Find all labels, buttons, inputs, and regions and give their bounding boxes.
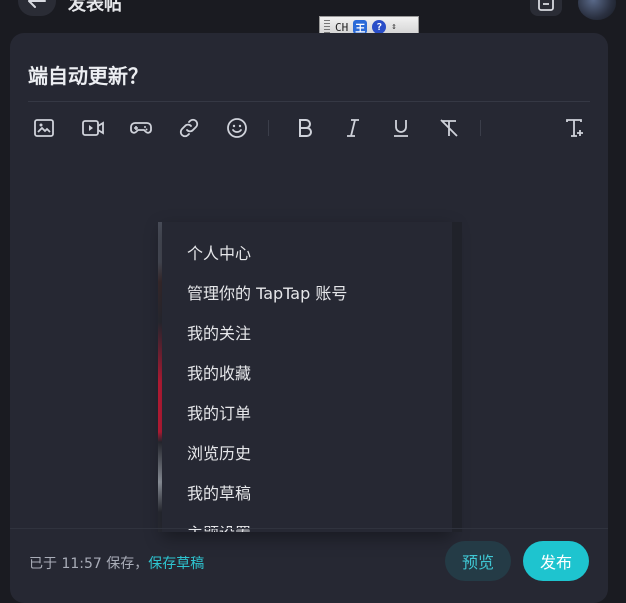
- toolbar-separator: [480, 120, 481, 136]
- footer-divider: [10, 528, 608, 529]
- title-divider: [28, 101, 590, 102]
- underline-button[interactable]: [385, 112, 417, 144]
- help-icon[interactable]: ?: [372, 20, 387, 34]
- toolbar-separator: [268, 120, 269, 136]
- italic-icon: [347, 119, 359, 137]
- avatar[interactable]: [578, 0, 616, 20]
- insert-video-button[interactable]: [77, 112, 109, 144]
- menu-scrollbar[interactable]: [452, 222, 462, 532]
- insert-image-button[interactable]: [28, 112, 60, 144]
- save-status-text: 已于 11:57 保存，: [29, 556, 149, 572]
- chevron-updown-icon[interactable]: ⇕: [391, 22, 396, 32]
- menu-item-history[interactable]: 浏览历史: [187, 440, 251, 464]
- post-title[interactable]: 端自动更新？: [28, 60, 148, 89]
- user-dropdown-menu: 个人中心 管理你的 TapTap 账号 我的关注 我的收藏 我的订单 浏览历史 …: [162, 222, 452, 532]
- video-icon: [82, 120, 104, 136]
- menu-item-manage-account[interactable]: 管理你的 TapTap 账号: [187, 280, 347, 304]
- format-toolbar: [28, 112, 590, 144]
- ime-logo-icon[interactable]: 王: [353, 20, 368, 35]
- insert-game-button[interactable]: [125, 112, 157, 144]
- save-draft-link[interactable]: 保存草稿: [148, 556, 204, 572]
- top-bar: 发表帖: [0, 0, 626, 28]
- text-add-icon: [566, 119, 583, 137]
- save-status: 已于 11:57 保存，保存草稿: [29, 553, 204, 573]
- clear-format-button[interactable]: [433, 112, 465, 144]
- gamepad-icon: [130, 122, 152, 134]
- bold-button[interactable]: [289, 112, 321, 144]
- underline-icon: [394, 120, 408, 137]
- document-icon: [538, 0, 554, 11]
- menu-item-favorites[interactable]: 我的收藏: [187, 360, 251, 384]
- ime-mode-label[interactable]: CH: [335, 21, 348, 34]
- menu-item-following[interactable]: 我的关注: [187, 320, 251, 344]
- arrow-left-icon: [28, 0, 46, 8]
- drag-handle-icon[interactable]: [324, 20, 330, 34]
- back-button[interactable]: [18, 0, 56, 16]
- link-icon: [179, 118, 199, 138]
- italic-button[interactable]: [337, 112, 369, 144]
- text-insert-button[interactable]: [558, 112, 590, 144]
- menu-item-theme-settings[interactable]: 主题设置: [187, 520, 251, 532]
- menu-item-orders[interactable]: 我的订单: [187, 400, 251, 424]
- clear-format-icon: [440, 119, 458, 137]
- menu-item-drafts[interactable]: 我的草稿: [187, 480, 251, 504]
- insert-link-button[interactable]: [173, 112, 205, 144]
- preview-button[interactable]: 预览: [445, 541, 511, 581]
- publish-button[interactable]: 发布: [523, 541, 589, 581]
- draft-box-button[interactable]: [530, 0, 562, 16]
- insert-emoji-button[interactable]: [221, 112, 253, 144]
- page-title: 发表帖: [68, 0, 122, 15]
- bold-icon: [299, 119, 312, 137]
- image-icon: [34, 119, 54, 137]
- emoji-icon: [227, 118, 247, 138]
- menu-item-profile[interactable]: 个人中心: [187, 240, 251, 264]
